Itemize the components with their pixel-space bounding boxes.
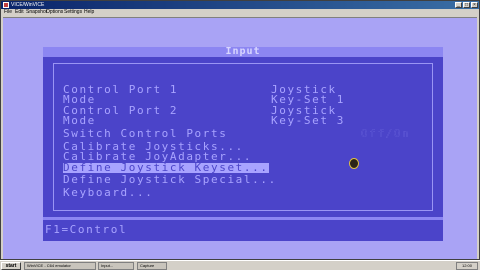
- minimize-button[interactable]: _: [455, 2, 462, 8]
- port-2-keyset: Key-Set 3: [271, 114, 346, 127]
- menu-settings[interactable]: Settings: [64, 9, 82, 16]
- title-bar[interactable]: VICE/WinVICE _ □ ×: [1, 1, 479, 9]
- switch-ports-value: Off/On: [361, 127, 411, 140]
- menu-snapshot[interactable]: Snapshot: [26, 9, 47, 16]
- emulator-window: VICE/WinVICE _ □ × File Edit Snapshot Op…: [0, 0, 480, 260]
- menu-help[interactable]: Help: [84, 9, 94, 16]
- dialog-divider: [43, 217, 443, 220]
- menu-edit[interactable]: Edit: [15, 9, 24, 16]
- task-input[interactable]: Input...: [98, 262, 134, 270]
- task-winvice[interactable]: WinVICE - C64 emulator: [24, 262, 96, 270]
- maximize-button[interactable]: □: [463, 2, 470, 8]
- close-button[interactable]: ×: [471, 2, 478, 8]
- menu-item-keyboard[interactable]: Keyboard...: [63, 187, 153, 198]
- app-icon: [3, 2, 9, 8]
- taskbar: start WinVICE - C64 emulator Input... Ca…: [0, 260, 480, 270]
- clock: 12:00: [456, 262, 478, 270]
- menu-item-define-special[interactable]: Define Joystick Special...: [63, 174, 277, 185]
- input-dialog: Input Control Port 1 Mode Joystick Key-S…: [43, 47, 443, 241]
- window-title: VICE/WinVICE: [11, 2, 45, 8]
- emulator-screen[interactable]: Input Control Port 1 Mode Joystick Key-S…: [3, 17, 477, 259]
- menu-options[interactable]: Options: [46, 9, 63, 16]
- menu-file[interactable]: File: [4, 9, 12, 16]
- start-button[interactable]: start: [1, 262, 21, 270]
- help-hint: F1=Control: [45, 223, 128, 236]
- menu-bar: File Edit Snapshot Options Settings Help: [1, 9, 479, 16]
- dialog-title: Input: [225, 46, 261, 57]
- task-capture[interactable]: Capture: [137, 262, 167, 270]
- mouse-cursor-icon: [349, 158, 359, 169]
- menu-item-define-keyset[interactable]: Define Joystick Keyset...: [63, 162, 269, 173]
- menu-item-switch-ports[interactable]: Switch Control Ports: [63, 128, 227, 139]
- menu-item-control-port-2-mode: Mode: [63, 114, 96, 127]
- dialog-header: Input: [43, 47, 443, 57]
